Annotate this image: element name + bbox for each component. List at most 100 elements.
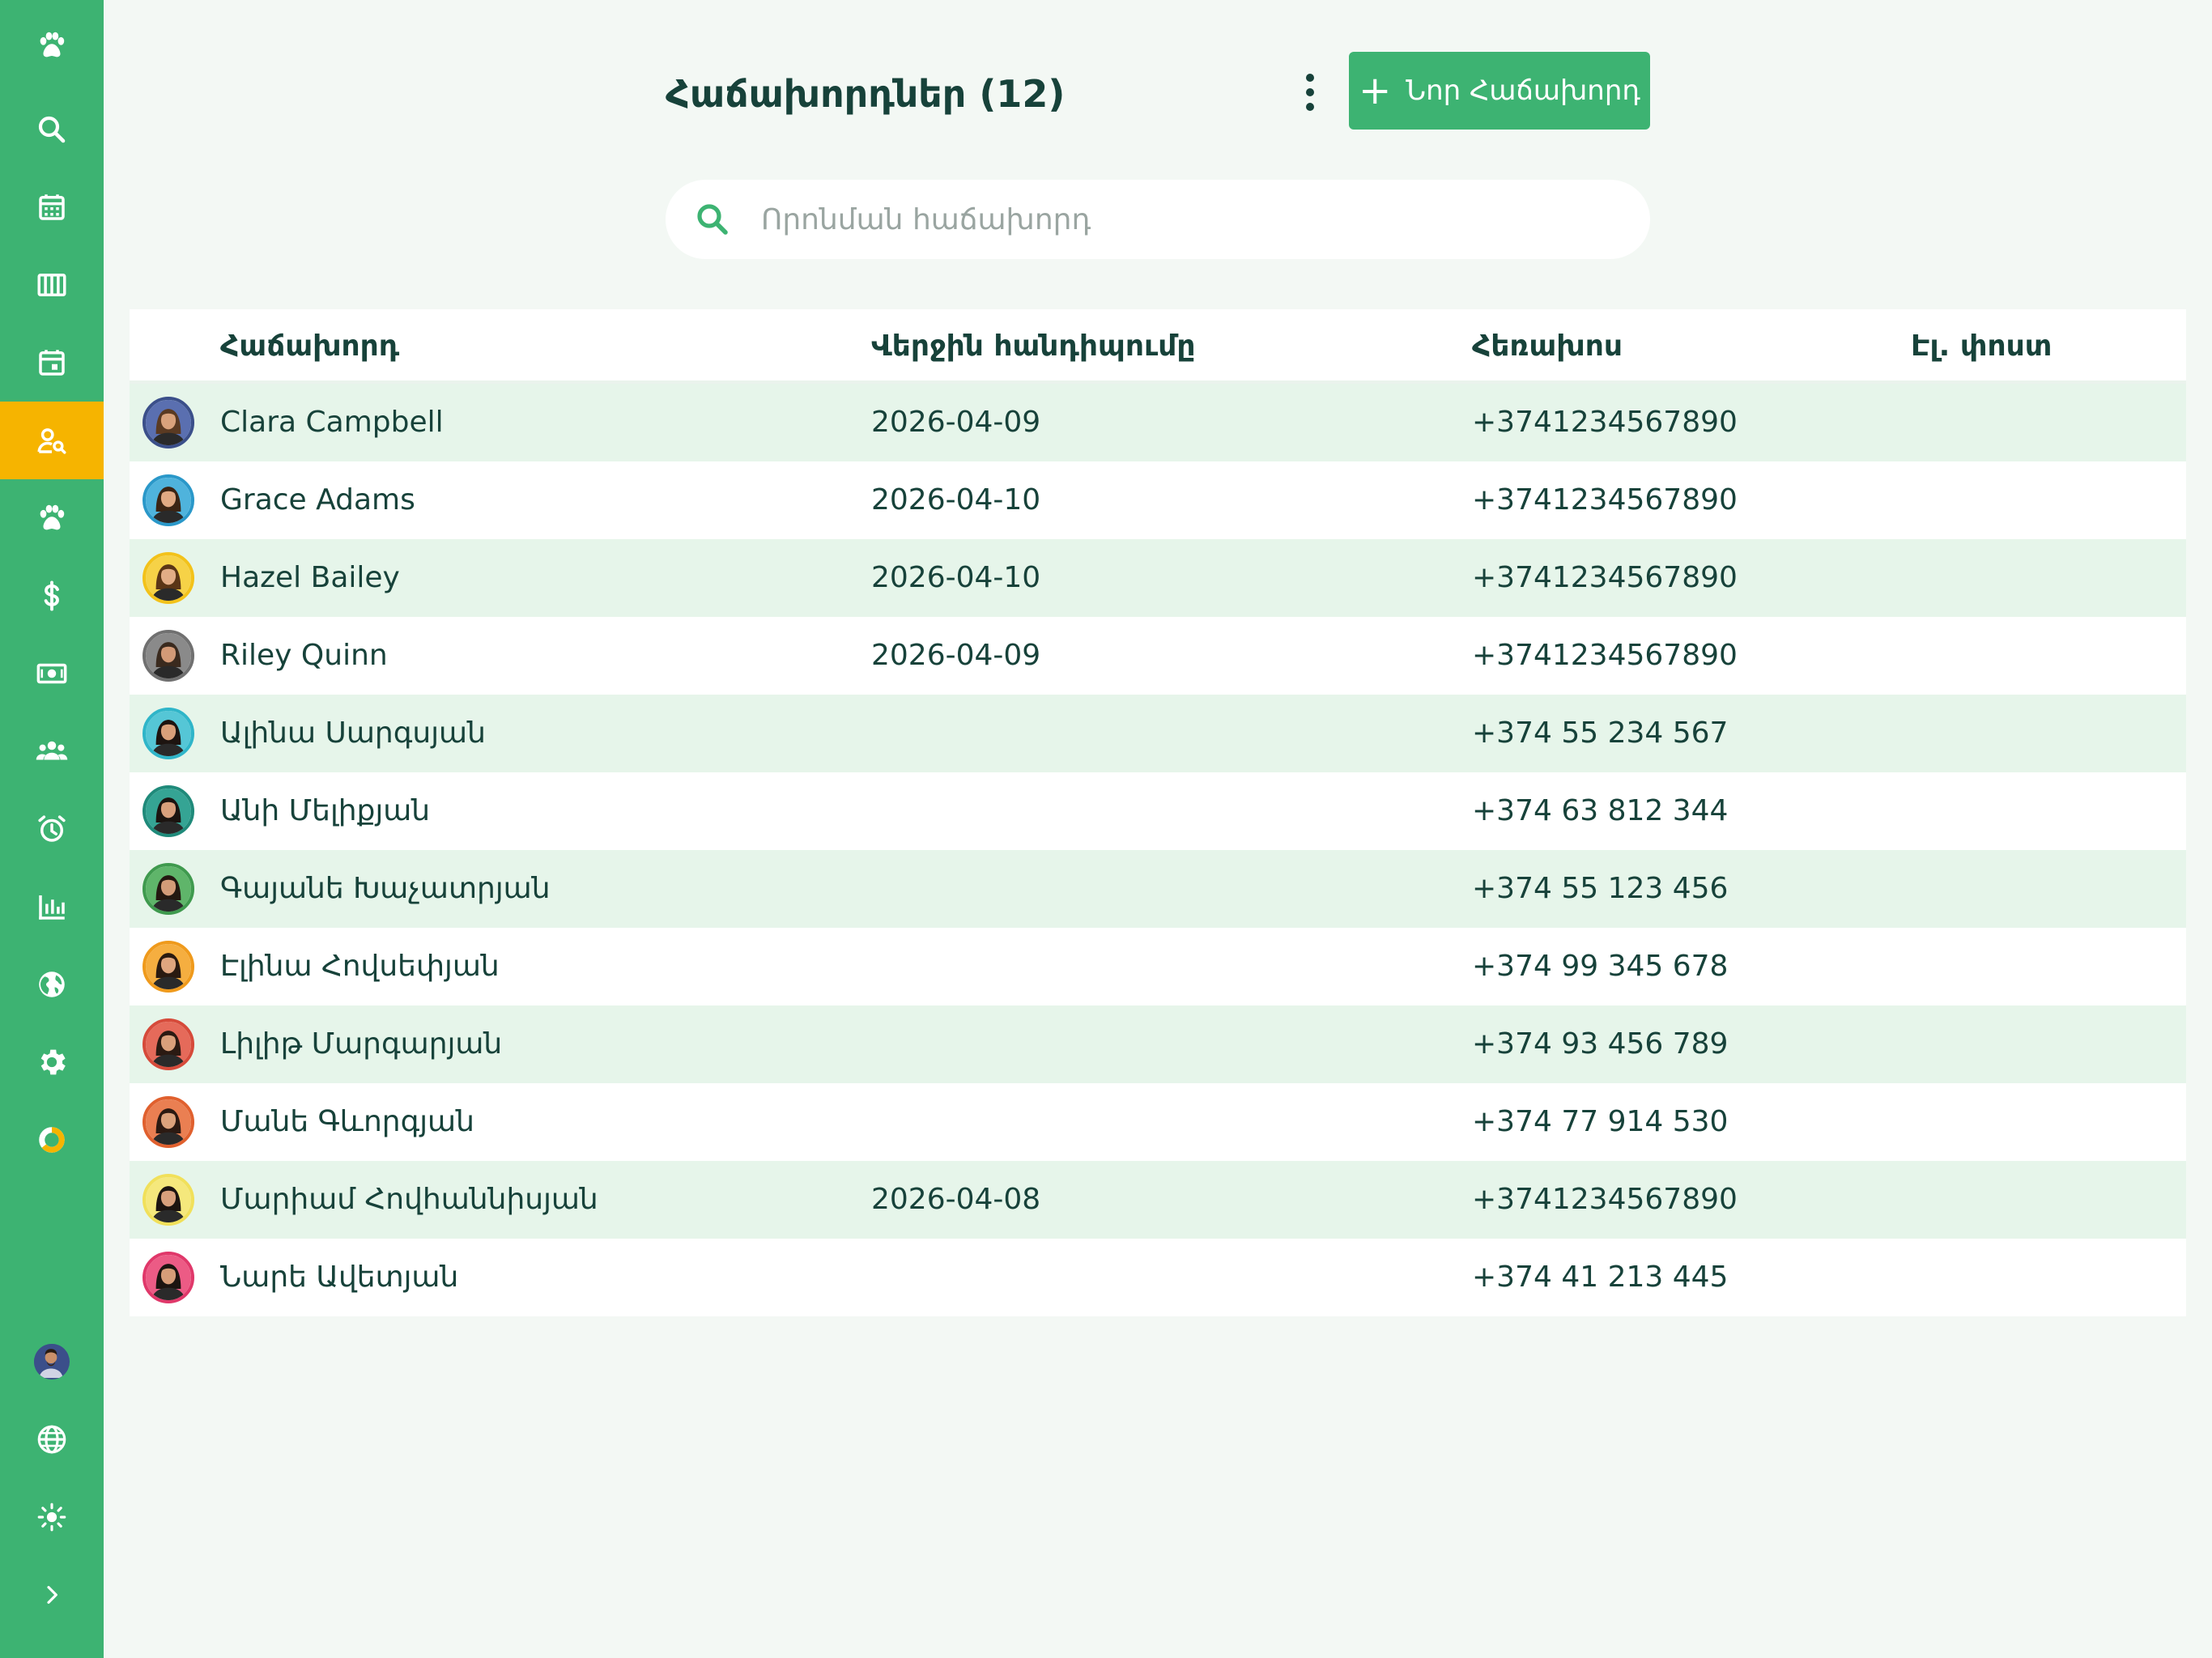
table-row[interactable]: Գայանե Խաչատրյան +374 55 123 456 (130, 850, 2186, 928)
sidebar-profile[interactable] (0, 1323, 104, 1401)
sidebar-language[interactable] (0, 1401, 104, 1478)
column-header-email[interactable]: Էլ. փոստ (1911, 309, 2052, 384)
column-header-last-visit[interactable]: Վերջին հանդիպումը (871, 309, 1195, 384)
user-avatar (34, 1344, 70, 1380)
client-phone: +374 99 345 678 (1472, 950, 1729, 983)
sidebar-expand-button[interactable] (0, 1556, 104, 1634)
sidebar-item-calendar[interactable] (0, 168, 104, 246)
calendar-day-icon (39, 350, 65, 376)
sidebar-item-schedule[interactable] (0, 324, 104, 402)
sidebar-item-search[interactable] (0, 91, 104, 168)
dollar-icon (44, 580, 59, 611)
client-avatar (143, 1018, 194, 1070)
columns-icon (37, 274, 66, 296)
sidebar-item-clients[interactable] (0, 402, 104, 479)
client-name: Grace Adams (220, 483, 415, 517)
client-avatar (143, 474, 194, 526)
client-name: Գայանե Խաչատրյան (220, 872, 551, 905)
client-name: Ալինա Սարգսյան (220, 716, 486, 750)
table-row[interactable]: Մանե Գևորգյան +374 77 914 530 (130, 1083, 2186, 1161)
new-client-button-label: Նոր Հաճախորդ (1406, 74, 1640, 107)
table-row[interactable]: Նարե Ավետյան +374 41 213 445 (130, 1239, 2186, 1316)
table-row[interactable]: Hazel Bailey 2026-04-10 +3741234567890 (130, 539, 2186, 617)
search-icon (697, 204, 728, 235)
sidebar-item-pets-logo[interactable] (0, 6, 104, 84)
alarm-icon (38, 815, 66, 842)
donut-icon (39, 1127, 65, 1153)
new-client-button[interactable]: + Նոր Հաճախորդ (1349, 52, 1650, 130)
sidebar (0, 0, 104, 1658)
client-name: Մարիամ Հովհաննիսյան (220, 1183, 598, 1216)
search-bar[interactable] (666, 180, 1650, 259)
client-phone: +3741234567890 (1472, 483, 1738, 517)
sidebar-item-reports[interactable] (0, 868, 104, 946)
last-visit-date: 2026-04-09 (871, 639, 1041, 672)
table-row[interactable]: Մարիամ Հովհաննիսյան 2026-04-08 +3741234567… (130, 1161, 2186, 1239)
user-search-icon (37, 428, 66, 454)
table-row[interactable]: Ալինա Սարգսյան +374 55 234 567 (130, 695, 2186, 772)
client-phone: +374 93 456 789 (1472, 1027, 1729, 1061)
client-phone: +3741234567890 (1472, 1183, 1738, 1216)
client-name: Clara Campbell (220, 406, 444, 439)
client-avatar (143, 552, 194, 604)
client-phone: +374 55 123 456 (1472, 872, 1729, 905)
globe-filled-icon (39, 971, 65, 997)
group-icon (36, 741, 68, 760)
kebab-dot (1306, 74, 1314, 82)
plus-icon: + (1359, 68, 1392, 113)
gear-icon (40, 1049, 66, 1075)
kebab-dot (1306, 103, 1314, 111)
globe-icon (37, 1425, 66, 1454)
client-avatar (143, 630, 194, 682)
last-visit-date: 2026-04-08 (871, 1183, 1041, 1216)
sidebar-item-board[interactable] (0, 246, 104, 324)
sidebar-item-donut[interactable] (0, 1101, 104, 1179)
client-name: Hazel Bailey (220, 561, 400, 594)
client-avatar (143, 397, 194, 449)
client-phone: +374 41 213 445 (1472, 1261, 1729, 1294)
client-avatar (143, 863, 194, 915)
sidebar-item-cash[interactable] (0, 635, 104, 712)
sun-icon (37, 1503, 66, 1532)
cash-icon (36, 663, 67, 684)
kebab-dot (1306, 88, 1314, 96)
client-avatar (143, 785, 194, 837)
sidebar-item-billing[interactable] (0, 557, 104, 635)
client-name: Էլինա Հովսեփյան (220, 950, 500, 983)
client-avatar (143, 941, 194, 993)
sidebar-theme-toggle[interactable] (0, 1478, 104, 1556)
sidebar-item-reminders[interactable] (0, 790, 104, 868)
table-row[interactable]: Riley Quinn 2026-04-09 +3741234567890 (130, 617, 2186, 695)
table-row[interactable]: Լիլիթ Մարգարյան +374 93 456 789 (130, 1005, 2186, 1083)
column-header-phone[interactable]: Հեռախոս (1472, 309, 1623, 384)
sidebar-item-pets[interactable] (0, 479, 104, 557)
client-name: Riley Quinn (220, 639, 388, 672)
client-phone: +3741234567890 (1472, 406, 1738, 439)
table-body: Clara Campbell 2026-04-09 +3741234567890 Gr… (130, 384, 2186, 1316)
client-phone: +374 55 234 567 (1472, 716, 1729, 750)
client-phone: +374 63 812 344 (1472, 794, 1729, 827)
sidebar-item-settings[interactable] (0, 1023, 104, 1101)
column-header-client[interactable]: Հաճախորդ (220, 309, 399, 384)
client-name: Մանե Գևորգյան (220, 1105, 474, 1138)
page-title: Հաճախորդներ (12) (666, 72, 1066, 116)
client-avatar (143, 1096, 194, 1148)
table-row[interactable]: Անի Մելիքյան +374 63 812 344 (130, 772, 2186, 850)
calendar-icon (39, 194, 65, 220)
table-row[interactable]: Էլինա Հովսեփյան +374 99 345 678 (130, 928, 2186, 1005)
client-avatar (143, 1252, 194, 1303)
sidebar-item-website[interactable] (0, 946, 104, 1023)
more-options-button[interactable] (1294, 68, 1326, 117)
paw-icon (40, 32, 65, 57)
chevron-right-icon (47, 1586, 57, 1604)
sidebar-item-staff[interactable] (0, 712, 104, 790)
clients-table: Հաճախորդ Վերջին հանդիպումը Հեռախոս Էլ. փ… (130, 309, 2186, 1316)
table-row[interactable]: Clara Campbell 2026-04-09 +3741234567890 (130, 384, 2186, 461)
paw-icon (40, 504, 65, 530)
search-input[interactable] (761, 202, 1571, 236)
bar-chart-icon (39, 895, 65, 920)
table-row[interactable]: Grace Adams 2026-04-10 +3741234567890 (130, 461, 2186, 539)
last-visit-date: 2026-04-10 (871, 483, 1041, 517)
table-header: Հաճախորդ Վերջին հանդիպումը Հեռախոս Էլ. փ… (130, 309, 2186, 384)
client-avatar (143, 1174, 194, 1226)
